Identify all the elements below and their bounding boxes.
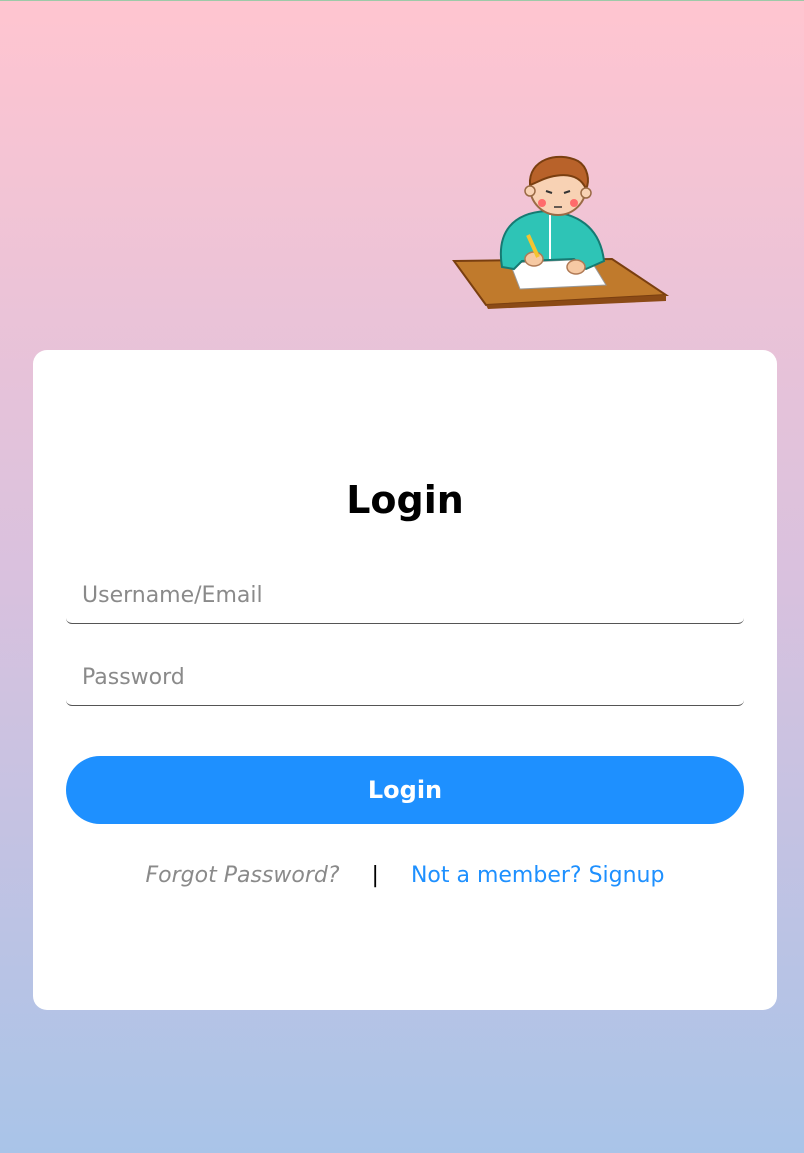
forgot-password-link[interactable]: Forgot Password? bbox=[146, 863, 340, 888]
login-button[interactable]: Login bbox=[66, 756, 744, 824]
auth-links: Forgot Password? | Not a member? Signup bbox=[33, 858, 777, 892]
signup-link[interactable]: Not a member? Signup bbox=[411, 863, 665, 888]
username-email-input[interactable] bbox=[66, 568, 744, 624]
student-writing-illustration bbox=[452, 156, 670, 309]
login-card: Login Login Forgot Password? | Not a mem… bbox=[33, 350, 777, 1010]
login-title: Login bbox=[346, 478, 464, 522]
password-input[interactable] bbox=[66, 650, 744, 706]
link-separator: | bbox=[371, 862, 379, 888]
